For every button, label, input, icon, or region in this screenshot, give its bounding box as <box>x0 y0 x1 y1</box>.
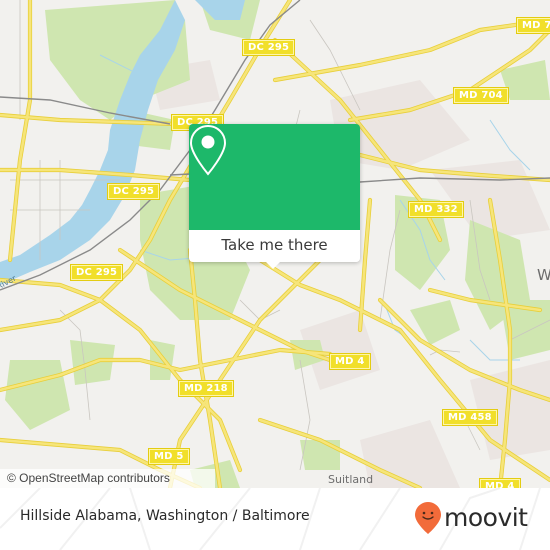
route-shield: MD 332 <box>409 202 463 217</box>
shield-label: MD 5 <box>154 451 184 462</box>
shield-label: DC 295 <box>113 186 155 197</box>
map-attribution[interactable]: © OpenStreetMap contributors <box>0 469 215 488</box>
place-title: Hillside Alabama, Washington / Baltimore <box>20 508 310 524</box>
shield-label: MD 218 <box>184 383 228 394</box>
route-shield: MD 458 <box>443 410 497 425</box>
shield-label: MD 704 <box>522 20 550 31</box>
route-shield: MD 704 <box>517 18 550 33</box>
map-pin-icon <box>189 124 227 176</box>
moovit-pin-smiley-icon <box>415 502 441 534</box>
shield-label: MD 704 <box>459 90 503 101</box>
route-shield: MD 5 <box>149 449 189 464</box>
shield-label: MD 332 <box>414 204 458 215</box>
shield-label: MD 4 <box>485 481 515 488</box>
route-shield: DC 295 <box>71 265 123 280</box>
map-view[interactable]: MD 704 DC 295 MD 704 DC 295 DC 295 MD 33… <box>0 0 550 488</box>
route-shield: MD 218 <box>179 381 233 396</box>
route-shield: DC 295 <box>108 184 160 199</box>
route-shield: MD 4 <box>330 354 370 369</box>
place-label-partial: W <box>537 266 550 284</box>
place-label-suitland: Suitland <box>328 473 374 486</box>
shield-label: MD 458 <box>448 412 492 423</box>
popup-pointer <box>265 261 281 269</box>
route-shield: MD 704 <box>454 88 508 103</box>
take-me-there-button[interactable]: Take me there <box>189 230 360 262</box>
shield-label: DC 295 <box>76 267 118 278</box>
route-shield: MD 4 <box>480 479 520 488</box>
location-popup: Take me there <box>189 124 360 269</box>
shield-label: MD 4 <box>335 356 365 367</box>
popup-header <box>189 124 360 230</box>
brand-name: moovit <box>444 503 528 532</box>
route-shield: DC 295 <box>243 40 295 55</box>
footer-bar: Hillside Alabama, Washington / Baltimore… <box>0 488 550 550</box>
shield-label: DC 295 <box>248 42 290 53</box>
